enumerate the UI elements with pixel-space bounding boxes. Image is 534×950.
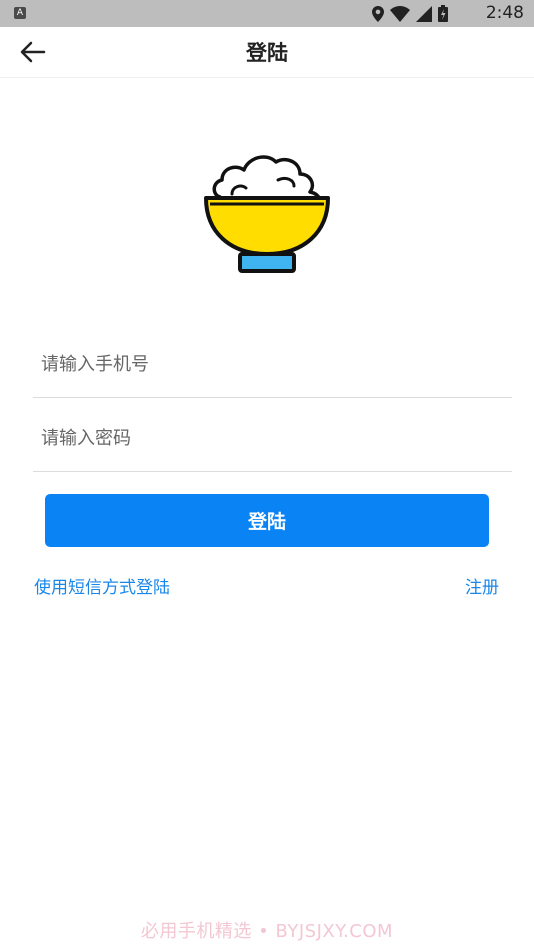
password-field (33, 401, 512, 472)
status-bar: A 2:48 (0, 0, 534, 27)
rice-bowl-icon (204, 155, 330, 273)
wifi-icon (390, 5, 410, 22)
location-icon (372, 5, 384, 22)
sms-login-link[interactable]: 使用短信方式登陆 (34, 573, 170, 598)
logo (202, 150, 332, 280)
app-notification-icon: A (14, 7, 26, 19)
login-button[interactable]: 登陆 (45, 494, 489, 547)
phone-input[interactable] (41, 349, 501, 379)
toolbar: 登陆 (0, 27, 534, 78)
clock: 2:48 (485, 3, 524, 23)
watermark: 必用手机精选 • BYJSJXY.COM (140, 921, 394, 942)
register-link[interactable]: 注册 (465, 573, 499, 598)
phone-field (33, 327, 512, 398)
signal-icon (416, 5, 432, 22)
password-input[interactable] (41, 423, 501, 453)
battery-icon (438, 5, 448, 22)
page-title: 登陆 (246, 41, 288, 65)
status-icons (372, 5, 448, 22)
